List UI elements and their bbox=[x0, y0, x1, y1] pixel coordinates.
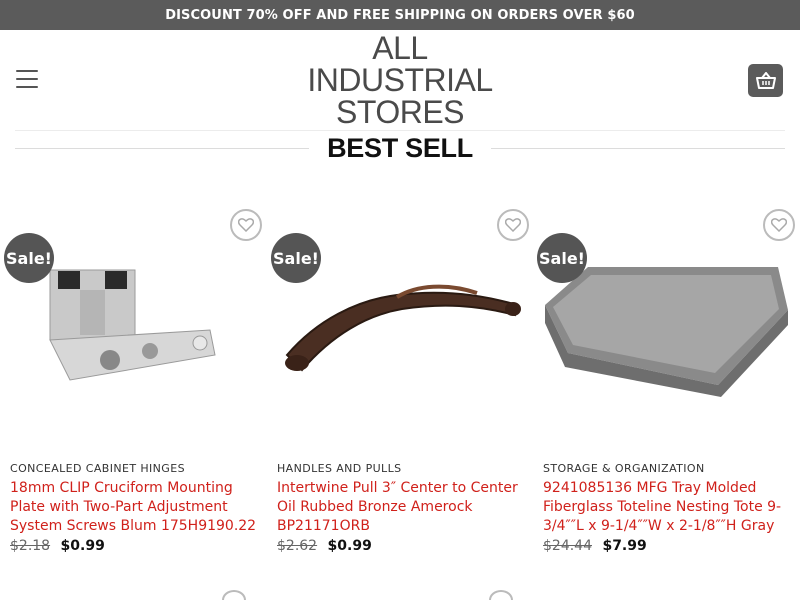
product-title[interactable]: 9241085136 MFG Tray Molded Fiberglass To… bbox=[543, 479, 799, 536]
old-price: $2.62 bbox=[277, 538, 318, 554]
promo-banner: DISCOUNT 70% OFF AND FREE SHIPPING ON OR… bbox=[0, 0, 800, 30]
cart-button[interactable] bbox=[748, 64, 783, 97]
wishlist-button-next-row[interactable] bbox=[222, 590, 246, 600]
sale-price: $0.99 bbox=[60, 538, 105, 554]
section-title: BEST SELL bbox=[327, 132, 473, 163]
product-title[interactable]: 18mm CLIP Cruciform Mounting Plate with … bbox=[10, 479, 266, 536]
header-divider bbox=[15, 130, 785, 131]
shopping-basket-icon bbox=[755, 71, 776, 89]
product-card[interactable]: Sale! HANDLES AND PULLS Intertwine Pull … bbox=[271, 205, 533, 575]
section-heading: BEST SELL bbox=[15, 132, 786, 164]
site-logo[interactable]: ALL INDUSTRIAL STORES bbox=[300, 32, 500, 128]
product-category[interactable]: STORAGE & ORGANIZATION bbox=[543, 462, 799, 475]
product-title[interactable]: Intertwine Pull 3″ Center to Center Oil … bbox=[277, 479, 533, 536]
heart-icon bbox=[505, 218, 521, 232]
hamburger-menu-icon[interactable] bbox=[16, 70, 38, 88]
logo-line-1: ALL bbox=[372, 30, 428, 66]
product-price: $2.18 $0.99 bbox=[10, 538, 105, 554]
product-price: $2.62 $0.99 bbox=[277, 538, 372, 554]
sale-badge: Sale! bbox=[537, 233, 587, 283]
old-price: $2.18 bbox=[10, 538, 51, 554]
logo-line-2: INDUSTRIAL bbox=[307, 62, 493, 98]
sale-badge: Sale! bbox=[4, 233, 54, 283]
old-price: $24.44 bbox=[543, 538, 592, 554]
wishlist-button[interactable] bbox=[763, 209, 795, 241]
product-category[interactable]: HANDLES AND PULLS bbox=[277, 462, 533, 475]
product-card[interactable]: Sale! STORAGE & ORGANIZATION 9241085136 … bbox=[537, 205, 799, 575]
product-price: $24.44 $7.99 bbox=[543, 538, 647, 554]
wishlist-button[interactable] bbox=[497, 209, 529, 241]
heart-icon bbox=[238, 218, 254, 232]
heart-icon bbox=[771, 218, 787, 232]
wishlist-button-next-row[interactable] bbox=[489, 590, 513, 600]
heading-line-right bbox=[490, 147, 786, 149]
promo-banner-text: DISCOUNT 70% OFF AND FREE SHIPPING ON OR… bbox=[165, 7, 635, 23]
heading-line-left bbox=[15, 147, 310, 149]
product-category[interactable]: CONCEALED CABINET HINGES bbox=[10, 462, 266, 475]
site-header: ALL INDUSTRIAL STORES bbox=[0, 30, 800, 130]
wishlist-button[interactable] bbox=[230, 209, 262, 241]
sale-price: $7.99 bbox=[602, 538, 647, 554]
sale-price: $0.99 bbox=[327, 538, 372, 554]
logo-line-3: STORES bbox=[336, 94, 465, 130]
sale-badge: Sale! bbox=[271, 233, 321, 283]
product-card[interactable]: Sale! CONCEALED CABINET HINGES 18mm CLIP… bbox=[4, 205, 266, 575]
